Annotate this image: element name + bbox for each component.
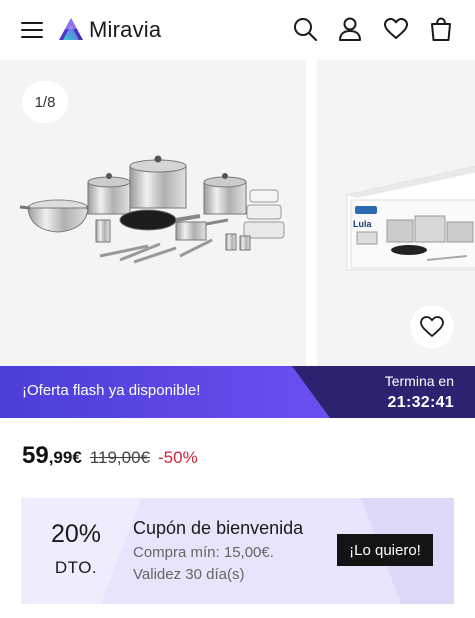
coupon-validity: Validez 30 día(s) [133,566,245,583]
flash-sale-banner: ¡Oferta flash ya disponible! Termina en … [0,366,475,418]
add-to-wishlist-button[interactable] [410,305,454,349]
menu-icon[interactable] [21,21,43,39]
coupon-dto: DTO. [54,558,98,577]
price-decimals: ,99€ [48,448,82,467]
price-row: 59 ,99€ 119,00€ -50% [22,442,198,472]
brand-logo[interactable]: Miravia [57,14,161,46]
flash-ends-label: Termina en [384,373,454,389]
image-counter: 1/8 [22,81,68,123]
coupon-percent: 20% [50,520,102,548]
claim-coupon-button[interactable]: ¡Lo quiero! [337,534,433,566]
account-icon[interactable] [337,16,363,42]
svg-text:Lula: Lula [353,219,372,229]
heart-icon [420,316,444,337]
coupon-title: Cupón de bienvenida [133,518,304,538]
price-integer: 59 [22,442,49,469]
brand-name: Miravia [89,17,162,42]
flash-countdown: 21:32:41 [387,394,454,411]
search-icon[interactable] [292,16,318,42]
original-price: 119,00€ [89,448,150,467]
product-gallery[interactable]: 1/8 Lula [0,60,475,366]
flash-sale-text: ¡Oferta flash ya disponible! [22,382,201,399]
wishlist-icon[interactable] [383,16,409,42]
welcome-coupon-card: 20% DTO. Cupón de bienvenida Compra mín:… [21,498,454,604]
miravia-logo-icon [59,18,83,40]
discount-percent: -50% [158,448,198,467]
coupon-min-purchase: Compra mín: 15,00€. [133,544,274,561]
top-header: Miravia [0,0,475,60]
product-image[interactable]: 1/8 [0,60,306,366]
cart-icon[interactable] [428,16,454,42]
